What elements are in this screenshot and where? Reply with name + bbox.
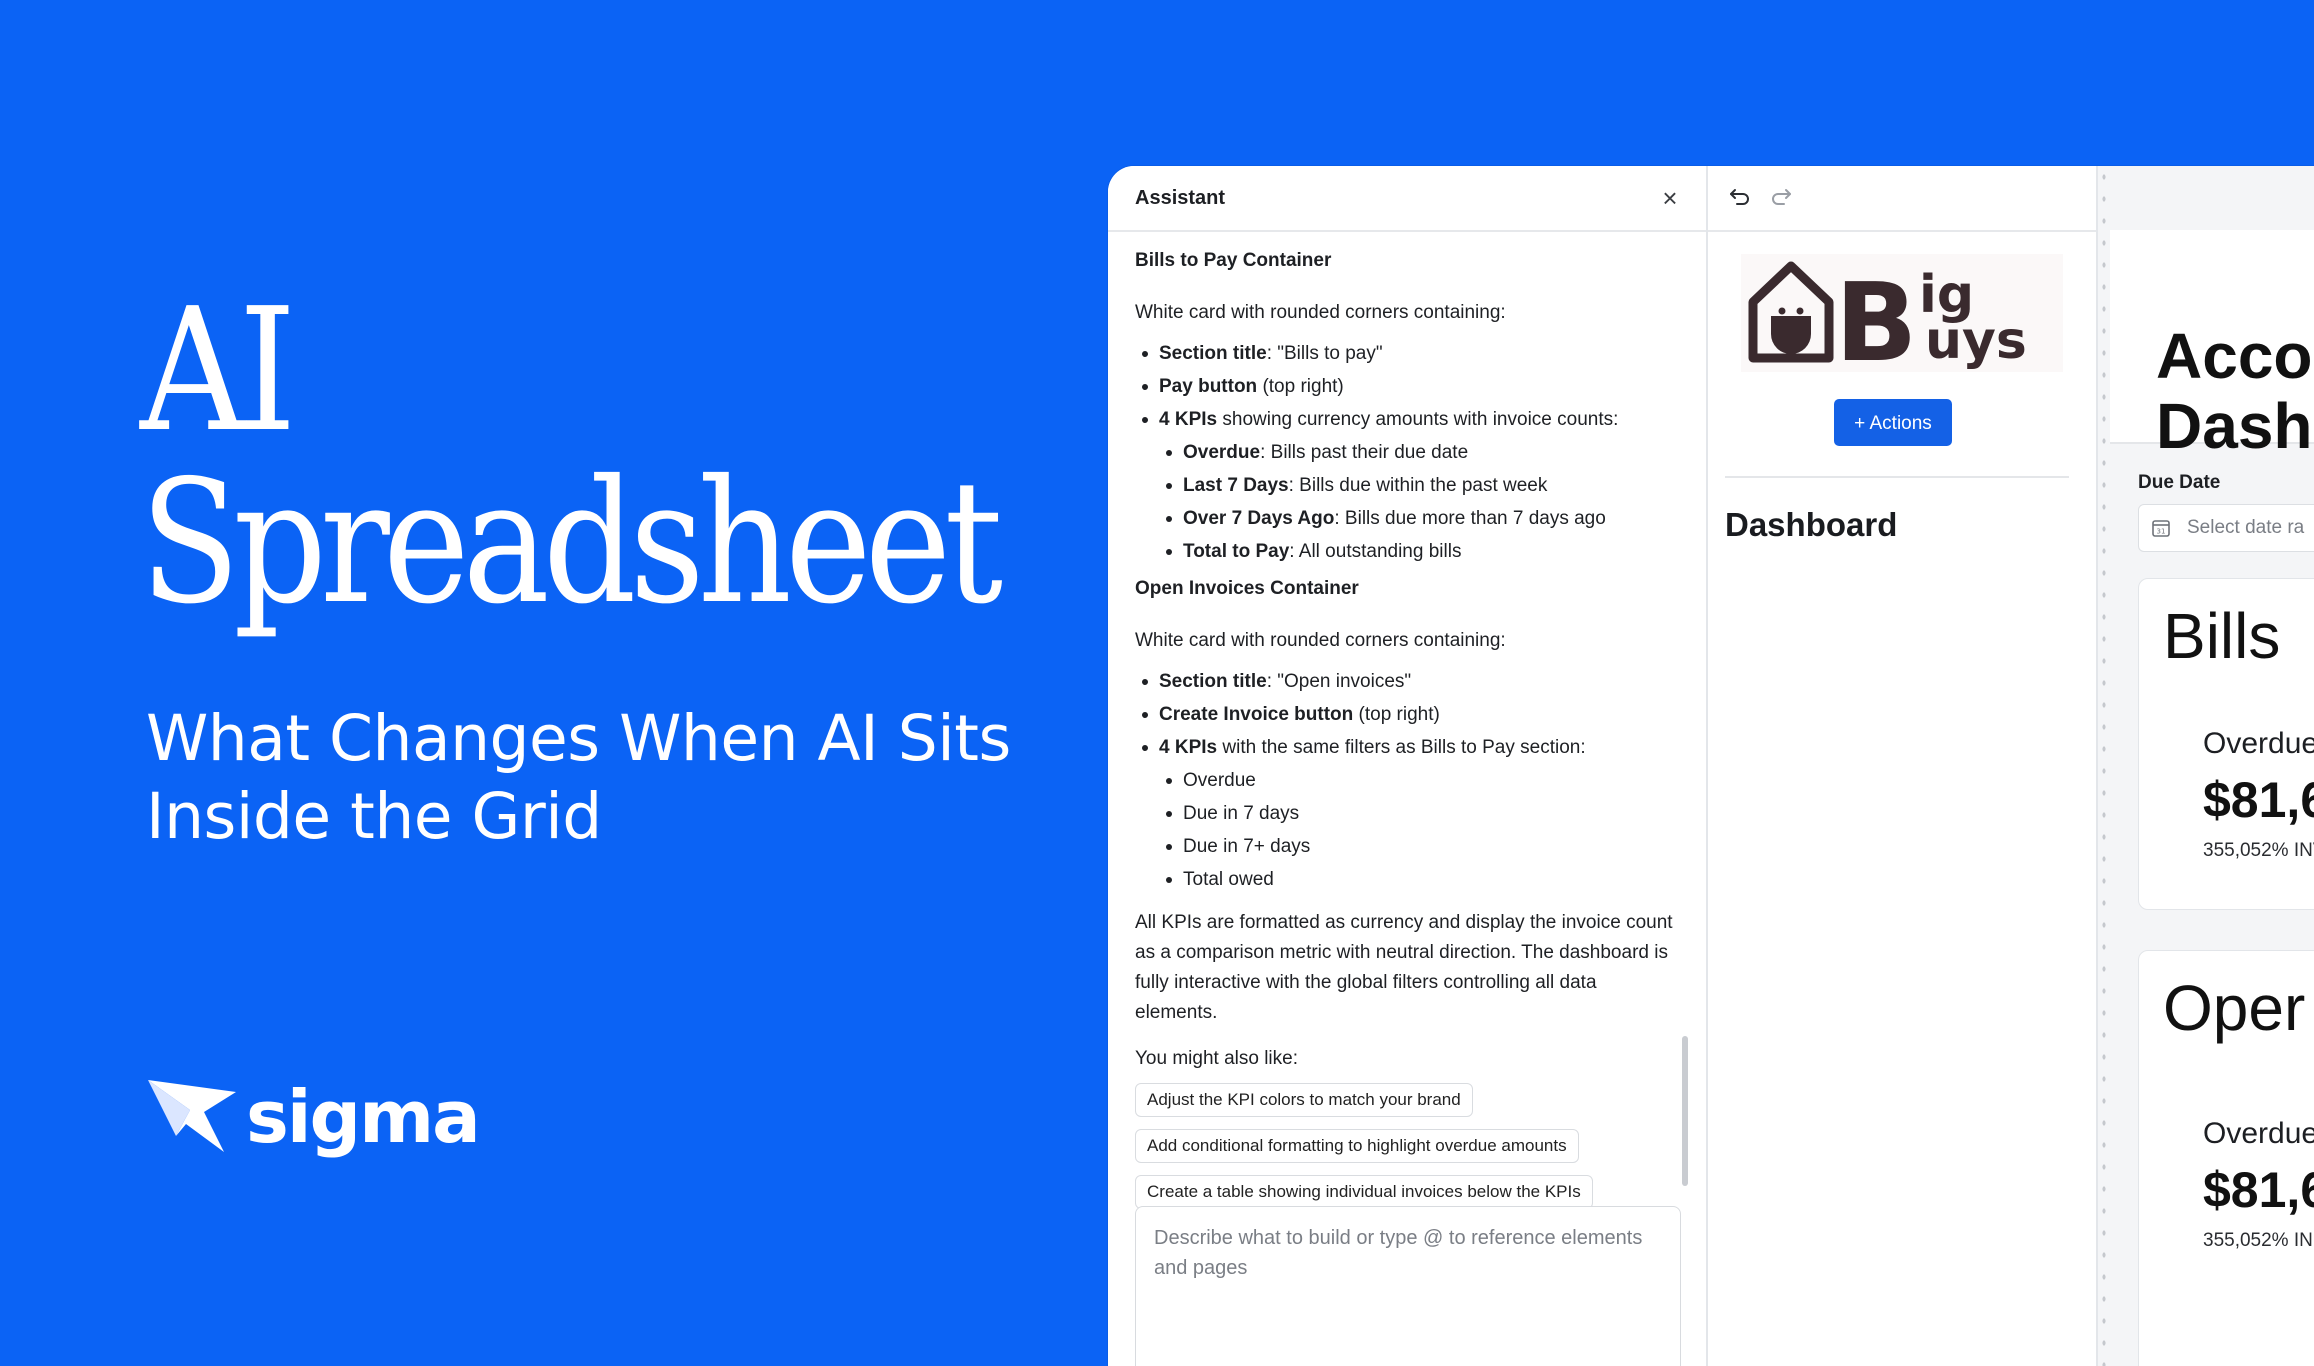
list-item: 4 KPIs with the same filters as Bills to… (1142, 731, 1675, 896)
hero-title-line-2: Spreadsheet (140, 444, 1003, 642)
list-item: Total to Pay: All outstanding bills (1166, 535, 1675, 568)
logo-text-bottom: uys (1925, 311, 2027, 371)
page-header: Accou Dashb (2110, 230, 2314, 461)
kpi-label: Overdue (2203, 727, 2314, 760)
page-title-line-2: Dashb (2156, 390, 2314, 462)
big-buys-logo: B ig uys (1741, 254, 2063, 372)
logo-letter-b: B (1835, 261, 1917, 372)
assistant-title: Assistant (1135, 186, 1226, 209)
invoices-overdue-kpi[interactable]: Overdue $81,6 355,052% IN (2173, 1079, 2314, 1359)
suggestion-chip[interactable]: Add conditional formatting to highlight … (1135, 1129, 1579, 1163)
bills-section-title: Bills to Pay Container (1135, 250, 1332, 271)
invoices-card: Oper Overdue $81,6 355,052% IN (2138, 950, 2314, 1366)
kpi-value: $81,6 (2203, 1162, 2314, 1218)
list-item: Due in 7+ days (1166, 830, 1675, 863)
bills-overdue-kpi[interactable]: Overdue $81,6 355,052% INVO (2173, 703, 2314, 893)
list-item: Section title: "Bills to pay" (1142, 337, 1675, 370)
prompt-input[interactable]: Describe what to build or type @ to refe… (1135, 1206, 1681, 1366)
dashboard-canvas: Accou Dashb Due Date 31 Select date ra B… (2098, 166, 2314, 1366)
date-range-placeholder: Select date ra (2187, 517, 2305, 538)
nav-item-dashboard[interactable]: Dashboard (1725, 506, 1897, 544)
close-icon[interactable]: × (1658, 185, 1682, 211)
bills-kpi-list: Overdue: Bills past their due date Last … (1159, 436, 1675, 568)
page-nav-panel: B ig uys + Actions Dashboard (1708, 166, 2098, 1366)
sigma-wordmark: sigma (246, 1075, 481, 1159)
redo-icon[interactable] (1769, 184, 1793, 208)
kpi-label: Overdue (2203, 1117, 2314, 1150)
list-item: Overdue: Bills past their due date (1166, 436, 1675, 469)
canvas-grid (2098, 166, 2110, 1366)
list-item: Create Invoice button (top right) (1142, 698, 1675, 731)
app-window: Assistant × Bills to Pay Container White… (1108, 166, 2314, 1366)
hero-subtitle-line-1: What Changes When AI Sits (146, 702, 1011, 775)
due-date-label: Due Date (2138, 472, 2221, 493)
sigma-logo: sigma (146, 1075, 481, 1159)
assistant-scrollbar[interactable] (1682, 1036, 1688, 1186)
suggestion-chip[interactable]: Create a table showing individual invoic… (1135, 1175, 1593, 1209)
bills-section-list: Section title: "Bills to pay" Pay button… (1135, 337, 1675, 568)
list-item: Total owed (1166, 863, 1675, 896)
list-item: Last 7 Days: Bills due within the past w… (1166, 469, 1675, 502)
summary-paragraph: All KPIs are formatted as currency and d… (1135, 912, 1673, 1023)
truncated-line (1135, 232, 1675, 236)
assistant-panel: Assistant × Bills to Pay Container White… (1108, 166, 1708, 1366)
undo-icon[interactable] (1728, 184, 1752, 208)
prompt-placeholder: Describe what to build or type @ to refe… (1154, 1227, 1643, 1279)
date-range-input[interactable]: 31 Select date ra (2138, 504, 2314, 552)
bills-card: Bills Overdue $81,6 355,052% INVO (2138, 578, 2314, 910)
svg-text:31: 31 (2157, 528, 2166, 536)
toolbar (1708, 166, 2096, 232)
invoices-section-intro: White card with rounded corners containi… (1135, 630, 1506, 651)
list-item: Due in 7 days (1166, 797, 1675, 830)
page-title-line-1: Accou (2156, 320, 2314, 392)
actions-button[interactable]: + Actions (1834, 399, 1952, 446)
invoices-card-title: Oper (2163, 972, 2306, 1044)
kpi-value: $81,6 (2203, 772, 2314, 828)
sigma-mark-icon (148, 1080, 236, 1152)
hero-title: AI Spreadsheet (140, 272, 1003, 642)
list-item: Overdue (1166, 764, 1675, 797)
list-item: Over 7 Days Ago: Bills due more than 7 d… (1166, 502, 1675, 535)
kpi-comparison: 355,052% IN (2203, 1230, 2313, 1251)
invoices-kpi-list: Overdue Due in 7 days Due in 7+ days Tot… (1159, 764, 1675, 896)
calendar-icon: 31 (2152, 520, 2170, 537)
assistant-messages[interactable]: Bills to Pay Container White card with r… (1135, 232, 1675, 1362)
divider (1725, 476, 2069, 478)
page-title: Accou Dashb (2156, 321, 2314, 461)
assistant-header: Assistant × (1108, 166, 1706, 232)
bills-section-intro: White card with rounded corners containi… (1135, 302, 1506, 323)
bills-card-title: Bills (2163, 600, 2281, 672)
hero-title-line-1: AI (140, 272, 296, 470)
list-item: Section title: "Open invoices" (1142, 665, 1675, 698)
invoices-section-list: Section title: "Open invoices" Create In… (1135, 665, 1675, 896)
list-item: 4 KPIs showing currency amounts with inv… (1142, 403, 1675, 568)
kpi-comparison: 355,052% INVO (2203, 840, 2314, 861)
list-item: Pay button (top right) (1142, 370, 1675, 403)
suggestions-label: You might also like: (1135, 1048, 1299, 1069)
invoices-section-title: Open Invoices Container (1135, 578, 1359, 599)
suggestion-chip[interactable]: Adjust the KPI colors to match your bran… (1135, 1083, 1473, 1117)
hero-subtitle: What Changes When AI Sits Inside the Gri… (146, 700, 1046, 856)
hero-subtitle-line-2: Inside the Grid (146, 780, 602, 853)
